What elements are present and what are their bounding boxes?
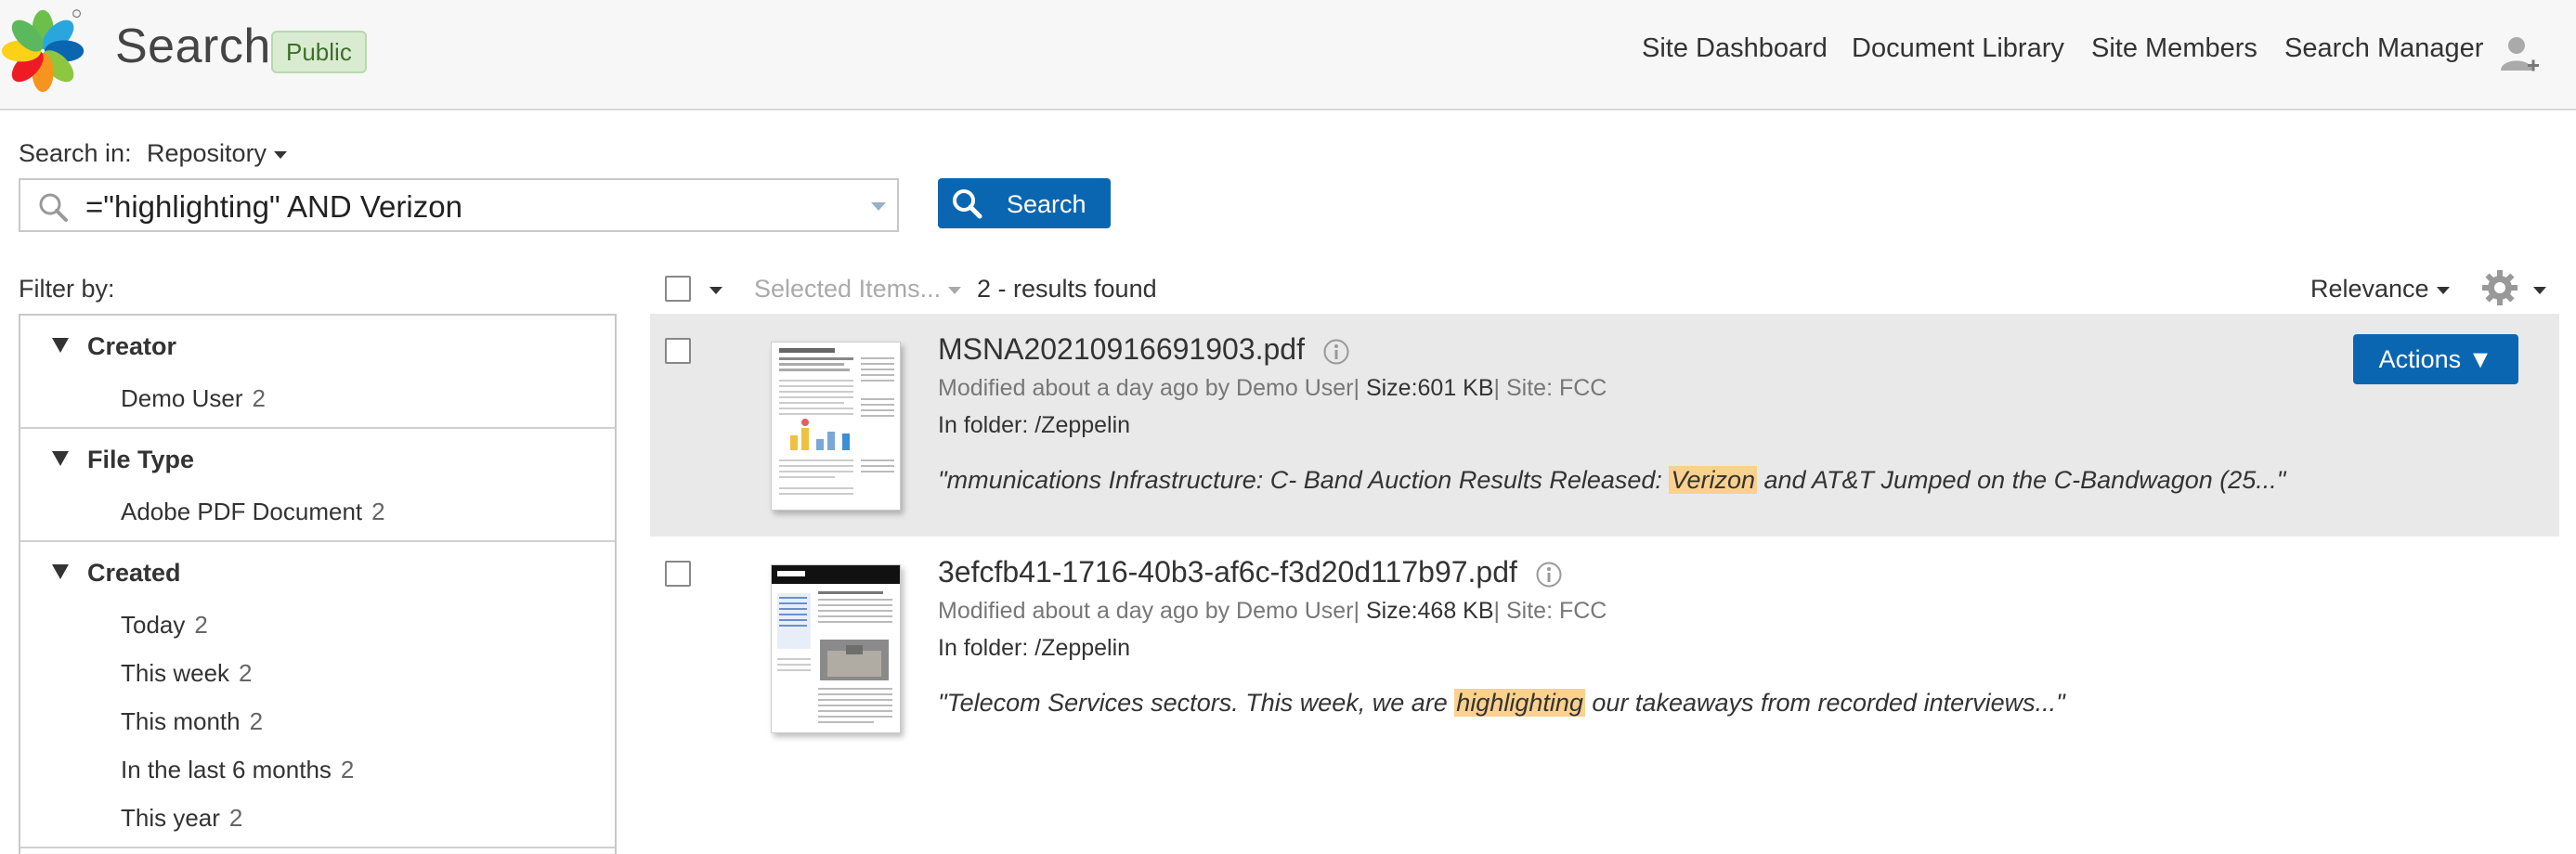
facet-item[interactable]: Adobe PDF Document 2 bbox=[121, 498, 385, 526]
facet-item-count: 2 bbox=[228, 804, 243, 832]
nav-site-members[interactable]: Site Members bbox=[2091, 33, 2257, 64]
result-checkbox[interactable] bbox=[665, 338, 691, 364]
add-user-icon[interactable] bbox=[2498, 33, 2541, 76]
facet-item-label: Adobe PDF Document bbox=[121, 498, 363, 525]
visibility-badge: Public bbox=[271, 31, 367, 73]
search-scope-dropdown[interactable]: Repository bbox=[147, 139, 288, 168]
document-thumbnail[interactable] bbox=[771, 342, 901, 511]
facet-item[interactable]: Demo User 2 bbox=[121, 384, 266, 413]
result-row[interactable]: MSNA20210916691903.pdf Modified about a … bbox=[650, 314, 2559, 537]
filter-by-label: Filter by: bbox=[19, 275, 115, 303]
info-icon[interactable] bbox=[1322, 338, 1350, 366]
result-size: Size:468 KB bbox=[1365, 598, 1494, 624]
result-folder: In folder: /Zeppelin bbox=[938, 412, 1131, 438]
facet-created: Created Today 2 This week 2 This month 2 In… bbox=[20, 542, 615, 848]
facet-item-count: 2 bbox=[239, 659, 253, 687]
facet-file-type: File Type Adobe PDF Document 2 bbox=[20, 429, 615, 542]
search-query-text: ="highlighting" AND Verizon bbox=[85, 189, 462, 224]
facet-item-label: Demo User bbox=[121, 384, 243, 412]
snippet-text: "Telecom Services sectors. This week, we… bbox=[938, 689, 1455, 717]
result-filename[interactable]: MSNA20210916691903.pdf bbox=[938, 332, 1350, 367]
chevron-down-icon bbox=[2436, 286, 2450, 294]
result-snippet: "mmunications Infrastructure: C- Band Au… bbox=[938, 466, 2285, 495]
facet-item[interactable]: Today 2 bbox=[121, 611, 208, 640]
app-header: Search Public Site Dashboard Document Li… bbox=[0, 0, 2576, 110]
result-filename[interactable]: 3efcfb41-1716-40b3-af6c-f3d20d117b97.pdf bbox=[938, 555, 1563, 589]
triangle-down-icon[interactable] bbox=[52, 338, 69, 353]
chevron-down-icon bbox=[948, 286, 962, 294]
selected-items-menu[interactable]: Selected Items... bbox=[754, 275, 962, 304]
snippet-highlight: Verizon bbox=[1669, 466, 1757, 494]
chevron-down-icon[interactable] bbox=[2533, 287, 2546, 294]
result-meta: Modified about a day ago by Demo User| S… bbox=[938, 598, 1607, 624]
snippet-text: and AT&T Jumped on the C-Bandwagon (25..… bbox=[1756, 466, 2286, 494]
result-meta: Modified about a day ago by Demo User| S… bbox=[938, 375, 1607, 401]
chevron-down-icon[interactable] bbox=[709, 287, 722, 294]
result-modified: Modified about a day ago by Demo User bbox=[938, 375, 1354, 401]
result-row[interactable]: 3efcfb41-1716-40b3-af6c-f3d20d117b97.pdf… bbox=[650, 537, 2559, 759]
result-filename-text: MSNA20210916691903.pdf bbox=[938, 332, 1305, 366]
select-all-checkbox[interactable] bbox=[665, 276, 691, 302]
gear-icon[interactable] bbox=[2481, 269, 2518, 306]
pdf-thumbnail-image bbox=[772, 565, 900, 723]
search-icon bbox=[953, 189, 982, 219]
alfresco-logo-icon[interactable] bbox=[0, 4, 89, 95]
search-in-label: Search in: bbox=[19, 139, 132, 167]
facet-item-label: This year bbox=[121, 804, 220, 832]
search-scope-value: Repository bbox=[147, 139, 267, 167]
facet-item-label: Today bbox=[121, 611, 186, 639]
triangle-down-icon[interactable] bbox=[52, 564, 69, 579]
facet-item-count: 2 bbox=[194, 611, 208, 639]
snippet-highlight: highlighting bbox=[1454, 689, 1585, 717]
facet-creator: Creator Demo User 2 bbox=[20, 316, 615, 429]
result-site: Site: FCC bbox=[1505, 375, 1607, 401]
info-icon[interactable] bbox=[1535, 561, 1563, 589]
facet-item[interactable]: This month 2 bbox=[121, 707, 263, 736]
nav-search-manager[interactable]: Search Manager bbox=[2284, 33, 2483, 64]
search-icon bbox=[39, 193, 68, 222]
result-site: Site: FCC bbox=[1505, 598, 1607, 624]
snippet-text: "mmunications Infrastructure: C- Band Au… bbox=[938, 466, 1670, 494]
facet-title[interactable]: Creator bbox=[87, 332, 176, 361]
facet-title[interactable]: File Type bbox=[87, 446, 194, 474]
facet-title[interactable]: Created bbox=[87, 559, 181, 588]
search-button-label: Search bbox=[1007, 190, 1086, 218]
facet-item[interactable]: In the last 6 months 2 bbox=[121, 756, 354, 784]
facet-item-label: In the last 6 months bbox=[121, 756, 332, 783]
page-title: Search bbox=[115, 19, 271, 73]
result-size: Size:601 KB bbox=[1365, 375, 1494, 401]
snippet-text: our takeaways from recorded interviews..… bbox=[1584, 689, 2065, 717]
nav-document-library[interactable]: Document Library bbox=[1852, 33, 2064, 64]
document-thumbnail[interactable] bbox=[771, 564, 901, 733]
chevron-down-icon bbox=[274, 150, 288, 159]
nav-site-dashboard[interactable]: Site Dashboard bbox=[1642, 33, 1828, 64]
search-button[interactable]: Search bbox=[938, 178, 1111, 228]
facet-item-count: 2 bbox=[371, 498, 385, 525]
result-snippet: "Telecom Services sectors. This week, we… bbox=[938, 689, 2065, 718]
search-input[interactable]: ="highlighting" AND Verizon bbox=[19, 178, 899, 232]
results-count: 2 - results found bbox=[977, 275, 1157, 303]
result-modified: Modified about a day ago by Demo User bbox=[938, 598, 1354, 624]
facet-item-label: This week bbox=[121, 659, 230, 687]
facet-item-count: 2 bbox=[340, 756, 355, 783]
facet-item-count: 2 bbox=[252, 384, 266, 412]
facet-item[interactable]: This week 2 bbox=[121, 659, 253, 688]
result-filename-text: 3efcfb41-1716-40b3-af6c-f3d20d117b97.pdf bbox=[938, 555, 1517, 589]
facet-item-count: 2 bbox=[249, 707, 264, 735]
sort-dropdown[interactable]: Relevance bbox=[2310, 275, 2450, 304]
facet-item[interactable]: This year 2 bbox=[121, 804, 242, 833]
triangle-down-icon[interactable] bbox=[52, 451, 69, 466]
facet-item-label: This month bbox=[121, 707, 241, 735]
result-folder: In folder: /Zeppelin bbox=[938, 635, 1131, 661]
selected-items-label: Selected Items... bbox=[754, 275, 942, 303]
pdf-thumbnail-image bbox=[779, 348, 894, 495]
actions-button[interactable]: Actions ▼ bbox=[2353, 334, 2518, 384]
chevron-down-icon[interactable] bbox=[871, 202, 886, 211]
result-checkbox[interactable] bbox=[665, 561, 691, 587]
sort-label: Relevance bbox=[2310, 275, 2429, 303]
filter-panel: Creator Demo User 2 File Type Adobe PDF D… bbox=[19, 314, 617, 854]
